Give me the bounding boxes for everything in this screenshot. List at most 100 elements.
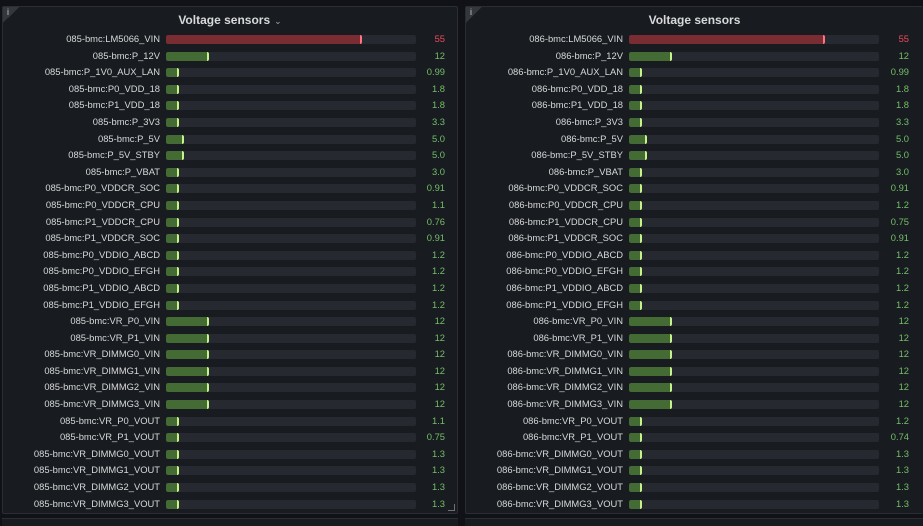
sensor-value: 1.3: [431, 464, 445, 476]
sensor-bar-fill: [166, 84, 179, 94]
sensor-label: 086-bmc:P_12V: [555, 49, 623, 61]
sensor-value: 0.75: [426, 431, 445, 443]
sensor-bar-track: [166, 383, 416, 393]
sensor-value: 1.2: [431, 248, 445, 260]
sensor-row: 086-bmc:P_5V_STBY 5.0: [466, 147, 923, 164]
sensor-bar-track: [629, 499, 879, 509]
sensor-bar-track: [166, 51, 416, 61]
sensor-value: 5.0: [895, 149, 909, 161]
sensor-label: 086-bmc:P1_VDDCR_CPU: [508, 215, 623, 227]
sensor-value: 0.99: [426, 66, 445, 78]
sensor-value: 55: [898, 33, 909, 44]
sensor-bar-fill: [629, 84, 642, 94]
sensor-bar-track: [629, 400, 879, 410]
sensor-bar-track: [166, 200, 416, 210]
sensor-row: 086-bmc:P0_VDDIO_EFGH 1.2: [466, 263, 923, 280]
sensor-bar-track: [629, 333, 879, 343]
sensor-label: 085-bmc:VR_DIMMG0_VOUT: [33, 447, 160, 459]
sensor-bar-track: [629, 483, 879, 493]
sensor-bar-fill: [166, 400, 209, 410]
sensor-bar-fill: [166, 317, 209, 327]
sensor-row: 085-bmc:VR_P1_VIN 12: [3, 330, 457, 347]
sensor-row: 086-bmc:P1_VDDCR_CPU 0.75: [466, 214, 923, 231]
sensor-bar-fill: [166, 68, 179, 78]
sensor-bar-track: [629, 350, 879, 360]
sensor-row: 085-bmc:P0_VDDIO_EFGH 1.2: [3, 263, 457, 280]
sensor-label: 085-bmc:P_VBAT: [85, 165, 160, 177]
panel-title[interactable]: Voltage sensors: [466, 12, 923, 28]
sensor-bar-track: [166, 134, 416, 144]
sensor-bar-track: [629, 366, 879, 376]
sensor-row: 085-bmc:P_VBAT 3.0: [3, 164, 457, 181]
sensor-value: 1.2: [431, 298, 445, 310]
sensor-row: 086-bmc:P0_VDDIO_ABCD 1.2: [466, 247, 923, 264]
sensor-bar-fill: [166, 167, 179, 177]
sensor-row: 085-bmc:P1_VDD_18 1.8: [3, 97, 457, 114]
sensor-bar-track: [166, 234, 416, 244]
sensor-label: 086-bmc:P0_VDD_18: [531, 82, 623, 94]
sensor-value: 12: [434, 381, 445, 393]
sensor-value: 12: [898, 315, 909, 327]
sensor-bar-track: [166, 267, 416, 277]
sensor-row: 086-bmc:P1_VDDIO_EFGH 1.2: [466, 297, 923, 314]
sensor-bar-track: [629, 300, 879, 310]
sensor-bar-track: [629, 466, 879, 476]
sensor-bar-fill: [166, 134, 184, 144]
sensor-bar-fill: [166, 35, 363, 44]
sensor-bar-fill: [166, 416, 179, 426]
sensor-bar-track: [166, 416, 416, 426]
sensor-bar-fill: [166, 250, 179, 260]
sensor-bar-fill: [166, 117, 179, 127]
sensor-bar-track: [629, 217, 879, 227]
sensor-bar-track: [629, 184, 879, 194]
sensor-value: 1.2: [431, 281, 445, 293]
sensor-bar-fill: [629, 267, 642, 277]
sensor-label: 085-bmc:VR_DIMMG3_VOUT: [33, 497, 160, 509]
sensor-value: 1.8: [431, 99, 445, 111]
sensor-bar-track: [629, 68, 879, 78]
sensor-label: 086-bmc:P1_VDDIO_EFGH: [506, 298, 623, 310]
sensor-row: 085-bmc:VR_DIMMG2_VOUT 1.3: [3, 479, 457, 496]
panel-title-text[interactable]: Voltage sensors: [649, 13, 741, 27]
sensor-bar-track: [166, 101, 416, 111]
sensor-label: 086-bmc:VR_P1_VOUT: [522, 431, 623, 443]
sensor-bar-fill: [629, 250, 642, 260]
panel-title[interactable]: Voltage sensors ⌄: [3, 12, 457, 28]
sensor-value: 0.91: [426, 182, 445, 194]
sensor-value: 0.91: [890, 182, 909, 194]
sensor-label: 085-bmc:VR_P0_VOUT: [59, 414, 160, 426]
sensor-value: 12: [898, 348, 909, 360]
sensor-value: 1.3: [431, 497, 445, 509]
chevron-down-icon[interactable]: ⌄: [274, 16, 282, 26]
sensor-label: 086-bmc:VR_DIMMG3_VIN: [507, 398, 623, 410]
sensor-value: 1.3: [895, 497, 909, 509]
sensor-bar-track: [166, 68, 416, 78]
sensor-label: 086-bmc:LM5066_VIN: [529, 33, 623, 44]
sensor-bar-fill: [629, 35, 826, 44]
sensor-bar-track: [629, 84, 879, 94]
sensor-bar-track: [166, 151, 416, 161]
sensor-bar-fill: [166, 51, 209, 61]
sensor-value: 0.76: [426, 215, 445, 227]
sensor-value: 0.75: [890, 215, 909, 227]
sensor-value: 12: [434, 331, 445, 343]
sensor-bar-track: [166, 449, 416, 459]
resize-handle[interactable]: [448, 504, 455, 511]
sensor-bar-fill: [629, 333, 672, 343]
sensor-bar-fill: [166, 449, 179, 459]
sensor-bar-track: [629, 167, 879, 177]
sensor-value: 12: [898, 49, 909, 61]
sensor-label: 086-bmc:P_5V_STBY: [531, 149, 623, 161]
sensor-label: 085-bmc:P0_VDD_18: [68, 82, 160, 94]
sensor-row: 085-bmc:P_5V 5.0: [3, 131, 457, 148]
panel-title-text[interactable]: Voltage sensors: [178, 13, 270, 27]
sensor-label: 085-bmc:VR_DIMMG1_VIN: [44, 364, 160, 376]
sensor-value: 3.0: [431, 165, 445, 177]
sensor-value: 1.2: [895, 298, 909, 310]
sensor-bar-fill: [166, 350, 209, 360]
sensor-bar-track: [629, 35, 879, 44]
sensor-value: 1.2: [895, 265, 909, 277]
sensor-bar-fill: [629, 151, 647, 161]
sensor-row: 086-bmc:VR_DIMMG1_VOUT 1.3: [466, 462, 923, 479]
sensor-bar-track: [629, 250, 879, 260]
